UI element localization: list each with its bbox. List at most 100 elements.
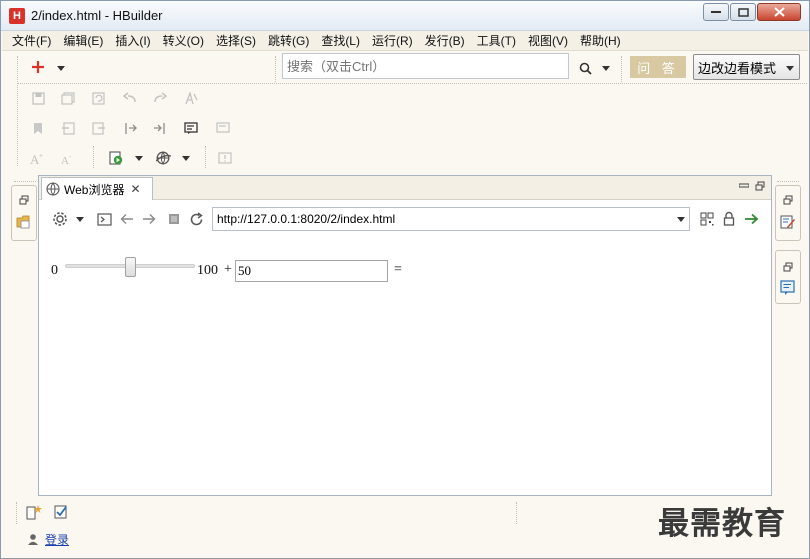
- menu-goto[interactable]: 跳转(G): [262, 31, 315, 51]
- minimize-button[interactable]: [703, 3, 729, 21]
- search-input[interactable]: [283, 54, 568, 78]
- window-title: 2/index.html - HBuilder: [31, 8, 163, 23]
- url-input[interactable]: http://127.0.0.1:8020/2/index.html: [212, 207, 690, 231]
- gear-icon[interactable]: [52, 211, 68, 227]
- undo-icon[interactable]: [122, 90, 138, 106]
- lock-icon[interactable]: [721, 210, 737, 226]
- project-explorer-icon[interactable]: [16, 214, 32, 230]
- stop-icon[interactable]: [166, 211, 182, 227]
- menu-view[interactable]: 视图(V): [522, 31, 574, 51]
- left-side-panel: [11, 185, 37, 241]
- close-button[interactable]: [757, 3, 801, 21]
- menu-tools[interactable]: 工具(T): [471, 31, 522, 51]
- menu-insert[interactable]: 插入(I): [109, 31, 156, 51]
- user-icon: [25, 531, 41, 547]
- panel-grip: [14, 181, 36, 182]
- tab-close-icon[interactable]: ✕: [130, 182, 140, 196]
- app-window: H 2/index.html - HBuilder 文件(F) 编辑(E) 插入…: [0, 0, 810, 559]
- menu-file[interactable]: 文件(F): [6, 31, 57, 51]
- outdent-icon[interactable]: [152, 120, 168, 136]
- maximize-button[interactable]: [730, 3, 756, 21]
- restore-panel-icon[interactable]: [780, 192, 796, 208]
- search-icon[interactable]: [577, 60, 593, 76]
- svg-text:+: +: [39, 153, 43, 160]
- toolbar-separator: [17, 83, 807, 84]
- watermark-text: 最需教育: [658, 506, 786, 542]
- search-box[interactable]: [282, 53, 569, 79]
- url-dropdown-caret[interactable]: [677, 217, 685, 222]
- new-project-icon[interactable]: [26, 504, 42, 520]
- menu-publish[interactable]: 发行(B): [419, 31, 471, 51]
- uncomment-icon[interactable]: [215, 120, 231, 136]
- qa-button[interactable]: 问 答: [630, 56, 686, 78]
- run-browser-icon[interactable]: [108, 150, 124, 166]
- menu-select[interactable]: 选择(S): [210, 31, 262, 51]
- close-icon: [773, 7, 785, 17]
- status-area: 登录 最需教育: [2, 498, 808, 558]
- url-text: http://127.0.0.1:8020/2/index.html: [217, 212, 396, 226]
- next-bookmark-icon[interactable]: [91, 120, 107, 136]
- prev-bookmark-icon[interactable]: [60, 120, 76, 136]
- settings-dropdown-caret[interactable]: [76, 217, 84, 222]
- equals-sign: =: [394, 262, 402, 277]
- font-decrease-icon[interactable]: A-: [60, 150, 76, 166]
- outline-edit-icon[interactable]: [780, 214, 796, 230]
- slider-min-label: 0: [51, 263, 58, 278]
- svg-text:-: -: [69, 154, 72, 161]
- search-dropdown-caret[interactable]: [602, 66, 610, 71]
- number-input[interactable]: 50: [235, 260, 388, 282]
- qr-code-icon[interactable]: [699, 211, 715, 227]
- back-arrow-icon[interactable]: [119, 211, 135, 227]
- console-icon[interactable]: [96, 211, 112, 227]
- menu-find[interactable]: 查找(L): [315, 31, 366, 51]
- go-arrow-icon[interactable]: [743, 211, 759, 227]
- new-file-icon[interactable]: [30, 59, 46, 75]
- menu-help[interactable]: 帮助(H): [574, 31, 627, 51]
- refresh-file-icon[interactable]: [91, 90, 107, 106]
- menu-edit[interactable]: 编辑(E): [57, 31, 109, 51]
- slider-thumb[interactable]: [124, 257, 136, 277]
- toolbar-grip: [205, 146, 206, 168]
- browser-globe-icon[interactable]: [155, 150, 171, 166]
- toolbar-grip: [93, 146, 94, 168]
- right-side-panel-bottom: [775, 250, 801, 304]
- toolbar-grip: [621, 56, 622, 82]
- comment-icon[interactable]: [183, 120, 199, 136]
- redo-icon[interactable]: [152, 90, 168, 106]
- menu-run[interactable]: 运行(R): [366, 31, 419, 51]
- title-bar[interactable]: H 2/index.html - HBuilder: [1, 1, 809, 31]
- indent-icon[interactable]: [122, 120, 138, 136]
- panel-grip: [516, 502, 517, 524]
- menu-escape[interactable]: 转义(O): [157, 31, 210, 51]
- plus-sign: +: [224, 262, 232, 277]
- svg-text:A: A: [61, 155, 69, 165]
- info-icon[interactable]: [217, 150, 233, 166]
- browser-dropdown-caret[interactable]: [182, 156, 190, 161]
- save-all-icon[interactable]: [60, 90, 76, 106]
- tab-label: Web浏览器: [64, 182, 125, 197]
- view-mode-select[interactable]: 边改边看模式: [693, 54, 800, 80]
- maximize-view-icon[interactable]: [752, 178, 768, 194]
- panel-grip: [777, 181, 799, 182]
- restore-panel-icon[interactable]: [16, 192, 32, 208]
- console-panel-icon[interactable]: [780, 280, 796, 296]
- format-icon[interactable]: [183, 90, 199, 106]
- browser-toolbar: http://127.0.0.1:8020/2/index.html: [39, 201, 771, 237]
- restore-panel-icon[interactable]: [780, 259, 796, 275]
- font-increase-icon[interactable]: A +: [30, 150, 46, 166]
- minimize-view-icon[interactable]: [736, 178, 752, 194]
- maximize-icon: [737, 7, 749, 17]
- login-link[interactable]: 登录: [45, 531, 69, 548]
- save-icon[interactable]: [30, 90, 46, 106]
- reload-icon[interactable]: [188, 211, 204, 227]
- tab-web-browser[interactable]: Web浏览器 ✕: [41, 177, 153, 200]
- editor-panel: Web浏览器 ✕ http://127.0.0.1:8020/2/index.h…: [38, 175, 772, 496]
- chevron-down-icon: [786, 66, 794, 71]
- bookmark-icon[interactable]: [30, 120, 46, 136]
- forward-arrow-icon[interactable]: [141, 211, 157, 227]
- run-dropdown-caret[interactable]: [135, 156, 143, 161]
- hbuilder-logo-icon: H: [9, 8, 25, 24]
- task-check-icon[interactable]: [53, 504, 69, 520]
- new-dropdown-caret[interactable]: [57, 66, 65, 71]
- toolbar-grip: [275, 56, 276, 82]
